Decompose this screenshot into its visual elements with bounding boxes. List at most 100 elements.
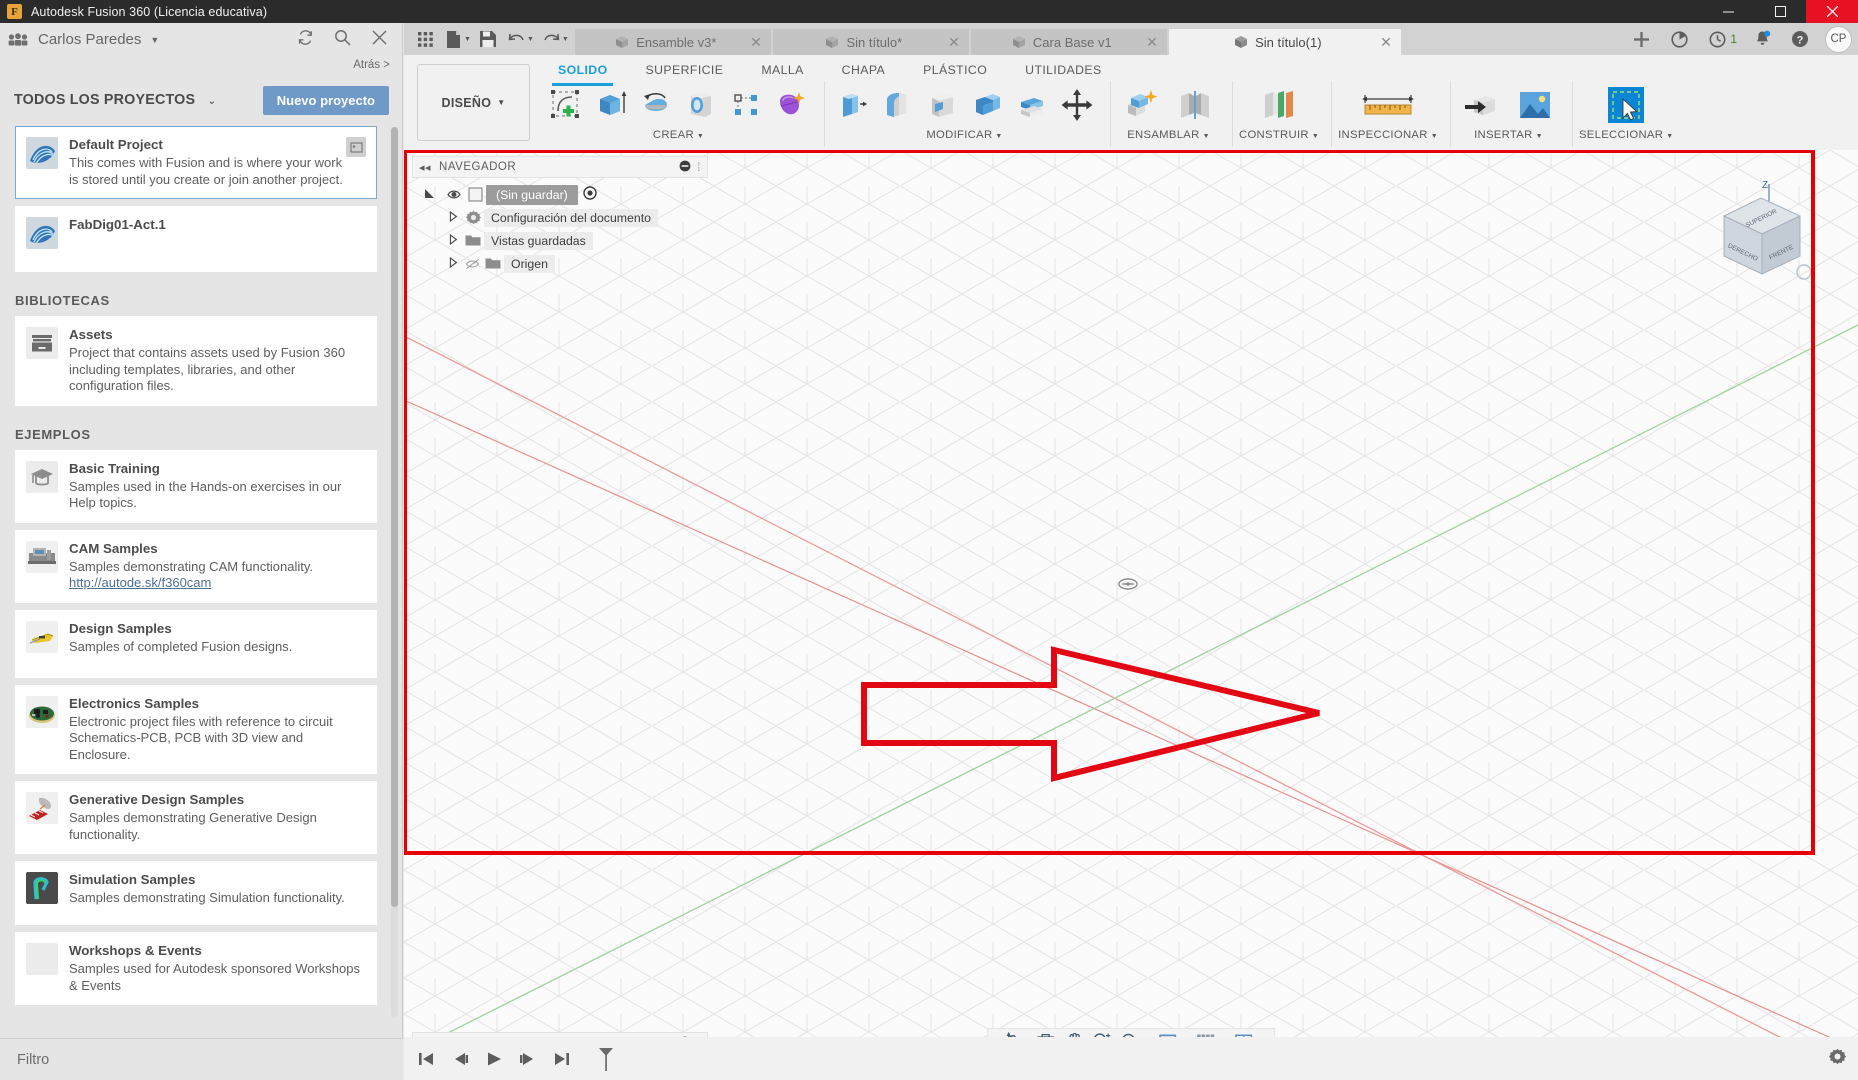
ribbon-tab-utilidades[interactable]: UTILIDADES [1006,59,1120,80]
workspace-switcher-button[interactable]: DISEÑO ▼ [417,64,530,141]
close-icon[interactable]: ✕ [1146,34,1158,51]
tree-node-configuracion[interactable]: Configuración del documento [412,206,708,229]
expand-arrow-icon[interactable] [444,256,462,270]
go-to-end-icon[interactable] [550,1047,574,1071]
chevron-down-icon[interactable]: ▼ [464,36,471,43]
document-tab-sin-titulo-1[interactable]: Sin título(1) ✕ [1168,29,1401,55]
filter-input[interactable]: Filtro [0,1038,403,1080]
joint-icon[interactable] [1170,83,1220,127]
ribbon-panel-label[interactable]: CREAR ▼ [653,129,704,141]
sweep-icon[interactable] [680,83,722,127]
expand-arrow-icon[interactable] [444,233,462,247]
ribbon-tab-malla[interactable]: MALLA [742,59,822,80]
user-name[interactable]: Carlos Paredes [38,31,141,48]
close-icon[interactable]: ✕ [1380,34,1392,51]
close-panel-icon[interactable] [371,29,388,51]
play-icon[interactable] [482,1047,506,1071]
create-sketch-icon[interactable] [545,83,587,127]
chevron-down-icon[interactable]: ▼ [527,36,534,43]
construction-plane-icon[interactable] [1254,83,1304,127]
new-project-button[interactable]: Nuevo proyecto [262,85,389,115]
revolve-icon[interactable] [635,83,677,127]
extrude-icon[interactable] [590,83,632,127]
ribbon-panel-label[interactable]: INSERTAR ▼ [1474,129,1543,141]
all-projects-label[interactable]: TODOS LOS PROYECTOS [14,92,195,108]
data-panel-scrollbar-thumb[interactable] [391,127,398,907]
resize-handle-icon[interactable]: ⁞ [697,160,701,174]
sample-link[interactable]: http://autode.sk/f360cam [69,575,366,592]
expand-triangle-icon[interactable] [424,188,444,202]
measure-icon[interactable] [1353,83,1423,127]
project-card-fabdig[interactable]: FabDig01-Act.1 [15,206,377,272]
ribbon-panel-label[interactable]: CONSTRUIR ▼ [1239,129,1319,141]
marker-icon[interactable] [594,1047,618,1071]
close-icon[interactable]: ✕ [750,34,762,51]
help-icon[interactable]: ? [1781,23,1819,55]
sample-card-basic-training[interactable]: Basic Training Samples used in the Hands… [15,449,377,523]
refresh-icon[interactable] [297,29,314,51]
fillet-icon[interactable] [876,83,918,127]
collapse-left-icon[interactable]: ◂◂ [419,161,431,174]
project-share-badge[interactable] [346,137,366,157]
clock-icon[interactable] [1698,23,1736,55]
sample-card-electronics-samples[interactable]: Electronics Samples Electronic project f… [15,684,377,774]
add-tab-button[interactable] [1622,23,1660,55]
job-status-icon[interactable] [1660,23,1698,55]
redo-icon[interactable] [538,26,565,53]
sample-card-simulation-samples[interactable]: Simulation Samples Samples demonstrating… [15,861,377,925]
ribbon-panel-label[interactable]: MODIFICAR ▼ [926,129,1002,141]
pattern-icon[interactable] [725,83,767,127]
close-button[interactable] [1806,0,1858,23]
sample-card-design-samples[interactable]: Design Samples Samples of completed Fusi… [15,609,377,678]
sample-card-cam-samples[interactable]: CAM Samples Samples demonstrating CAM fu… [15,529,377,603]
ribbon-tab-solido[interactable]: SOLIDO [539,59,627,80]
ribbon-panel-label[interactable]: INSPECCIONAR ▼ [1338,129,1438,141]
settings-gear-icon[interactable] [1828,1048,1847,1070]
bell-icon[interactable] [1743,23,1781,55]
visibility-eye-icon[interactable] [444,189,464,200]
press-pull-icon[interactable] [831,83,873,127]
step-forward-icon[interactable] [516,1047,540,1071]
back-link[interactable]: Atrás > [353,59,390,71]
data-panel-list[interactable]: Default Project This comes with Fusion a… [0,123,403,1038]
chevron-down-icon[interactable]: ⌄ [207,94,216,107]
select-window-icon[interactable] [1601,83,1651,127]
undo-icon[interactable] [503,26,530,53]
combine-icon[interactable] [966,83,1008,127]
insert-derive-icon[interactable] [1457,83,1507,127]
library-card-assets[interactable]: Assets Project that contains assets used… [15,316,377,406]
ribbon-panel-label[interactable]: SELECCIONAR ▼ [1579,129,1674,141]
sample-card-generative-design-samples[interactable]: Generative Design Samples Samples demons… [15,781,377,854]
close-icon[interactable]: ✕ [948,34,960,51]
tree-node-origen[interactable]: Origen [412,252,708,275]
go-to-beginning-icon[interactable] [414,1047,438,1071]
ribbon-tab-chapa[interactable]: CHAPA [823,59,904,80]
document-tab-ensamble[interactable]: Ensamble v3* ✕ [574,29,771,55]
document-tab-sin-titulo[interactable]: Sin título* ✕ [772,29,969,55]
chevron-down-icon[interactable]: ▼ [150,35,159,45]
new-file-icon[interactable] [440,26,467,53]
tree-node-vistas-guardadas[interactable]: Vistas guardadas [412,229,708,252]
new-component-icon[interactable] [1117,83,1167,127]
move-copy-icon[interactable] [1056,83,1098,127]
project-card-default[interactable]: Default Project This comes with Fusion a… [15,126,377,199]
shell-icon[interactable] [921,83,963,127]
view-cube[interactable]: Z SUPERIOR DERECHO FRENTE [1704,176,1816,289]
minus-circle-icon[interactable] [679,160,691,175]
form-icon[interactable] [770,83,812,127]
activate-component-icon[interactable] [583,186,597,203]
ribbon-panel-label[interactable]: ENSAMBLAR ▼ [1127,129,1210,141]
tree-node-sin-guardar[interactable]: (Sin guardar) [412,183,708,206]
expand-arrow-icon[interactable] [444,210,462,224]
search-icon[interactable] [334,29,351,51]
offset-face-icon[interactable] [1011,83,1053,127]
document-tab-cara-base[interactable]: Cara Base v1 ✕ [970,29,1167,55]
minimize-button[interactable] [1702,0,1754,23]
step-back-icon[interactable] [448,1047,472,1071]
visibility-eye-off-icon[interactable] [462,258,482,270]
maximize-button[interactable] [1754,0,1806,23]
chevron-down-icon[interactable]: ▼ [562,36,569,43]
grid-apps-icon[interactable] [412,26,439,53]
ribbon-tab-superficie[interactable]: SUPERFICIE [627,59,743,80]
insert-image-icon[interactable] [1510,83,1560,127]
